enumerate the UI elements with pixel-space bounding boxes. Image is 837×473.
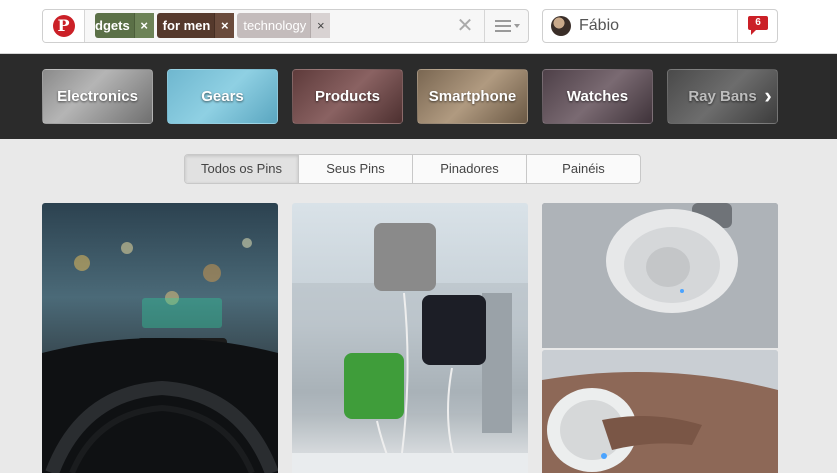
search-tag-label: technology [243, 18, 307, 33]
pin-image-shower-speaker[interactable] [542, 203, 778, 348]
clear-search-icon[interactable]: ✕ [455, 16, 475, 36]
category-electronics[interactable]: Electronics [42, 69, 153, 124]
notification-count-badge: 6 [748, 16, 768, 35]
tab-todos-os-pins[interactable]: Todos os Pins [185, 155, 299, 183]
search-tag-gadgets[interactable]: dgets × [95, 13, 154, 38]
chevron-right-icon[interactable]: › [756, 84, 780, 108]
category-smartphone[interactable]: Smartphone [417, 69, 528, 124]
category-watches[interactable]: Watches [542, 69, 653, 124]
pin-image-car-hud[interactable] [42, 203, 278, 473]
solar-charger-image [292, 223, 528, 473]
shower-head-image [542, 203, 778, 348]
remove-tag-icon[interactable]: × [310, 13, 331, 38]
user-name[interactable]: Fábio [579, 17, 619, 35]
hamburger-icon [495, 20, 511, 32]
search-tag-label: dgets [95, 18, 130, 33]
top-header: P dgets × for men × technology × ✕ Fábio [0, 0, 837, 54]
tab-paineis[interactable]: Painéis [527, 155, 640, 183]
search-tags: dgets × for men × technology × [95, 13, 331, 39]
pin-image-solar-chargers[interactable] [292, 203, 528, 473]
car-dashboard-image [42, 238, 278, 473]
notifications-button[interactable]: 6 [737, 10, 778, 42]
category-products[interactable]: Products [292, 69, 403, 124]
menu-button[interactable] [484, 10, 528, 42]
search-tag-label: for men [162, 18, 211, 33]
speaker-in-hand-image [542, 350, 778, 473]
search-tag-technology[interactable]: technology × [237, 13, 331, 38]
tab-seus-pins[interactable]: Seus Pins [299, 155, 413, 183]
pin-filter-tabs: Todos os Pins Seus Pins Pinadores Painéi… [184, 154, 641, 184]
caret-down-icon [514, 24, 520, 28]
tab-pinadores[interactable]: Pinadores [413, 155, 527, 183]
pinterest-logo[interactable]: P [43, 10, 85, 42]
search-box[interactable]: P dgets × for men × technology × ✕ [42, 9, 529, 43]
remove-tag-icon[interactable]: × [214, 13, 235, 38]
category-gears[interactable]: Gears [167, 69, 278, 124]
remove-tag-icon[interactable]: × [133, 13, 154, 38]
avatar[interactable] [551, 16, 571, 36]
pinterest-p-icon: P [52, 15, 75, 37]
search-tag-for-men[interactable]: for men × [156, 13, 235, 38]
category-carousel: Electronics Gears Products Smartphone Wa… [0, 54, 837, 139]
user-menu[interactable]: Fábio 6 [542, 9, 778, 43]
pin-image-speaker-hand[interactable] [542, 350, 778, 473]
